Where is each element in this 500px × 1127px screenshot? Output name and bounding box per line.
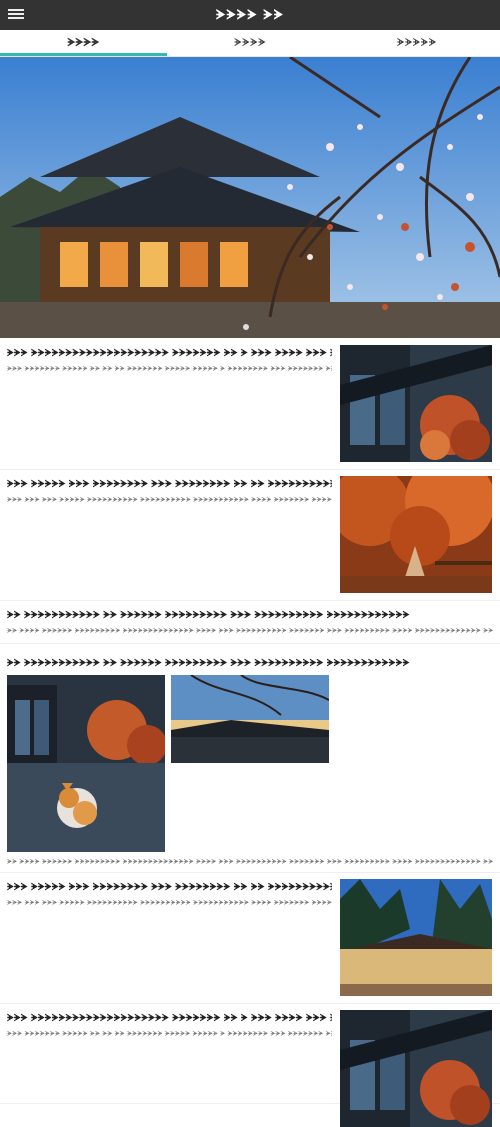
list-item[interactable]: ᗘᗘ ᗘᗘᗘᗘᗘᗘᗘᗘᗘᗘᗘ ᗘᗘ ᗘᗘᗘᗘᗘᗘ ᗘᗘᗘᗘᗘᗘᗘᗘᗘ ᗘᗘᗘ ᗘ… [0,601,500,644]
carousel-dot[interactable] [243,324,249,330]
article-desc: ᗘᗘ ᗘᗘᗘᗘ ᗘᗘᗘᗘᗘᗘ ᗘᗘᗘᗘᗘᗘᗘᗘᗘ ᗘᗘᗘᗘᗘᗘᗘᗘᗘᗘᗘᗘᗘᗘ … [7,627,493,635]
article-desc: ᗘᗘᗘ ᗘᗘᗘᗘᗘᗘᗘ ᗘᗘᗘᗘᗘ ᗘᗘ ᗘᗘ ᗘᗘ ᗘᗘᗘᗘᗘᗘᗘ ᗘᗘᗘᗘᗘ… [7,1030,332,1038]
article-thumbnail[interactable] [340,476,492,593]
article-desc: ᗘᗘ ᗘᗘᗘᗘ ᗘᗘᗘᗘᗘᗘ ᗘᗘᗘᗘᗘᗘᗘᗘᗘ ᗘᗘᗘᗘᗘᗘᗘᗘᗘᗘᗘᗘᗘᗘ … [7,858,493,866]
list-item[interactable]: ᗘᗘ ᗘᗘᗘᗘᗘᗘᗘᗘᗘᗘᗘ ᗘᗘ ᗘᗘᗘᗘᗘᗘ ᗘᗘᗘᗘᗘᗘᗘᗘᗘ ᗘᗘᗘ ᗘ… [0,644,500,873]
list-item[interactable]: ᗘᗘᗘ ᗘᗘᗘᗘᗘ ᗘᗘᗘ ᗘᗘᗘᗘᗘᗘᗘᗘ ᗘᗘᗘ ᗘᗘᗘᗘᗘᗘᗘᗘ ᗘᗘ ᗘ… [0,470,500,601]
tab-2[interactable]: ᗘᗘᗘᗘ [167,30,334,56]
article-thumbnail[interactable] [340,879,492,996]
article-desc: ᗘᗘᗘ ᗘᗘᗘ ᗘᗘᗘ ᗘᗘᗘᗘᗘ ᗘᗘᗘᗘᗘᗘᗘᗘᗘᗘ ᗘᗘᗘᗘᗘᗘᗘᗘᗘᗘ … [7,899,332,907]
article-title[interactable]: ᗘᗘ ᗘᗘᗘᗘᗘᗘᗘᗘᗘᗘᗘ ᗘᗘ ᗘᗘᗘᗘᗘᗘ ᗘᗘᗘᗘᗘᗘᗘᗘᗘ ᗘᗘᗘ ᗘ… [7,658,493,669]
article-desc: ᗘᗘᗘ ᗘᗘᗘᗘᗘᗘᗘ ᗘᗘᗘᗘᗘ ᗘᗘ ᗘᗘ ᗘᗘ ᗘᗘᗘᗘᗘᗘᗘ ᗘᗘᗘᗘᗘ… [7,365,332,373]
article-desc: ᗘᗘᗘ ᗘᗘᗘ ᗘᗘᗘ ᗘᗘᗘᗘᗘ ᗘᗘᗘᗘᗘᗘᗘᗘᗘᗘ ᗘᗘᗘᗘᗘᗘᗘᗘᗘᗘ … [7,496,332,504]
article-title[interactable]: ᗘᗘᗘ ᗘᗘᗘᗘᗘᗘᗘᗘᗘᗘᗘᗘᗘᗘᗘᗘᗘᗘᗘᗘ ᗘᗘᗘᗘᗘᗘᗘ ᗘᗘ ᗘ ᗘᗘ… [7,348,332,359]
gallery-image[interactable] [7,675,165,763]
gallery-image[interactable] [7,763,165,852]
hero-banner-image[interactable] [0,57,500,338]
top-bar: ᗘᗘᗘᗘ ᗘᗘ [0,0,500,30]
tab-1[interactable]: ᗘᗘᗘᗘ [0,30,167,56]
page-title: ᗘᗘᗘᗘ ᗘᗘ [215,7,285,23]
article-list: ᗘᗘᗘ ᗘᗘᗘᗘᗘᗘᗘᗘᗘᗘᗘᗘᗘᗘᗘᗘᗘᗘᗘᗘ ᗘᗘᗘᗘᗘᗘᗘ ᗘᗘ ᗘ ᗘᗘ… [0,339,500,1127]
tab-3[interactable]: ᗘᗘᗘᗘᗘ [333,30,500,56]
gallery-image[interactable] [171,675,329,763]
list-item[interactable]: ᗘᗘᗘ ᗘᗘᗘᗘᗘ ᗘᗘᗘ ᗘᗘᗘᗘᗘᗘᗘᗘ ᗘᗘᗘ ᗘᗘᗘᗘᗘᗘᗘᗘ ᗘᗘ ᗘ… [0,873,500,1004]
article-title[interactable]: ᗘᗘᗘ ᗘᗘᗘᗘᗘ ᗘᗘᗘ ᗘᗘᗘᗘᗘᗘᗘᗘ ᗘᗘᗘ ᗘᗘᗘᗘᗘᗘᗘᗘ ᗘᗘ ᗘ… [7,882,332,893]
article-thumbnail[interactable] [340,345,492,462]
article-title[interactable]: ᗘᗘ ᗘᗘᗘᗘᗘᗘᗘᗘᗘᗘᗘ ᗘᗘ ᗘᗘᗘᗘᗘᗘ ᗘᗘᗘᗘᗘᗘᗘᗘᗘ ᗘᗘᗘ ᗘ… [7,610,493,621]
list-item[interactable]: ᗘᗘᗘ ᗘᗘᗘᗘᗘᗘᗘᗘᗘᗘᗘᗘᗘᗘᗘᗘᗘᗘᗘᗘ ᗘᗘᗘᗘᗘᗘᗘ ᗘᗘ ᗘ ᗘᗘ… [0,1004,500,1127]
article-title[interactable]: ᗘᗘᗘ ᗘᗘᗘᗘᗘ ᗘᗘᗘ ᗘᗘᗘᗘᗘᗘᗘᗘ ᗘᗘᗘ ᗘᗘᗘᗘᗘᗘᗘᗘ ᗘᗘ ᗘ… [7,479,332,490]
article-thumbnail[interactable] [340,1010,492,1127]
tab-bar: ᗘᗘᗘᗘ ᗘᗘᗘᗘ ᗘᗘᗘᗘᗘ [0,30,500,57]
hamburger-menu-icon[interactable] [8,7,24,23]
article-title[interactable]: ᗘᗘᗘ ᗘᗘᗘᗘᗘᗘᗘᗘᗘᗘᗘᗘᗘᗘᗘᗘᗘᗘᗘᗘ ᗘᗘᗘᗘᗘᗘᗘ ᗘᗘ ᗘ ᗘᗘ… [7,1013,332,1024]
list-item[interactable]: ᗘᗘᗘ ᗘᗘᗘᗘᗘᗘᗘᗘᗘᗘᗘᗘᗘᗘᗘᗘᗘᗘᗘᗘ ᗘᗘᗘᗘᗘᗘᗘ ᗘᗘ ᗘ ᗘᗘ… [0,339,500,470]
